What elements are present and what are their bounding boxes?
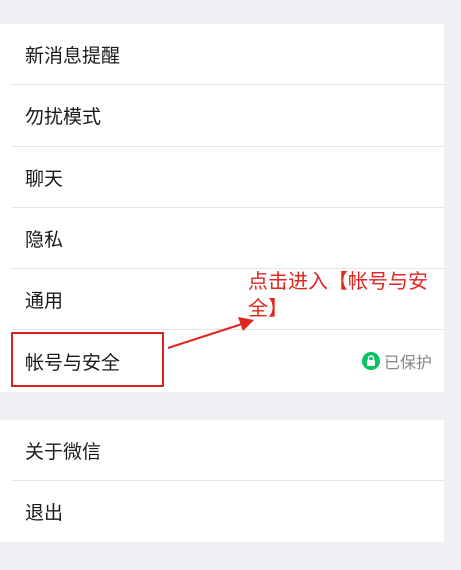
highlight-box <box>11 332 164 387</box>
item-label: 隐私 <box>25 229 64 252</box>
lock-icon <box>361 352 380 371</box>
item-label: 退出 <box>25 502 64 524</box>
settings-group-secondary: 关于微信 退出 <box>0 420 444 542</box>
chat-item[interactable]: 聊天 <box>0 147 444 209</box>
status-text: 已保护 <box>383 353 432 373</box>
do-not-disturb-item[interactable]: 勿扰模式 <box>0 85 444 147</box>
new-message-notification-item[interactable]: 新消息提醒 <box>0 24 444 86</box>
about-wechat-item[interactable]: 关于微信 <box>0 420 444 481</box>
privacy-item[interactable]: 隐私 <box>0 208 444 270</box>
item-label: 勿扰模式 <box>25 106 102 129</box>
protection-status: 已保护 <box>361 349 432 373</box>
item-label: 关于微信 <box>25 441 102 463</box>
logout-item[interactable]: 退出 <box>0 481 444 542</box>
item-label: 聊天 <box>25 167 64 190</box>
item-label: 通用 <box>25 290 64 313</box>
annotation-text: 点击进入【帐号与安全】 <box>248 269 428 320</box>
item-label: 新消息提醒 <box>25 45 121 68</box>
